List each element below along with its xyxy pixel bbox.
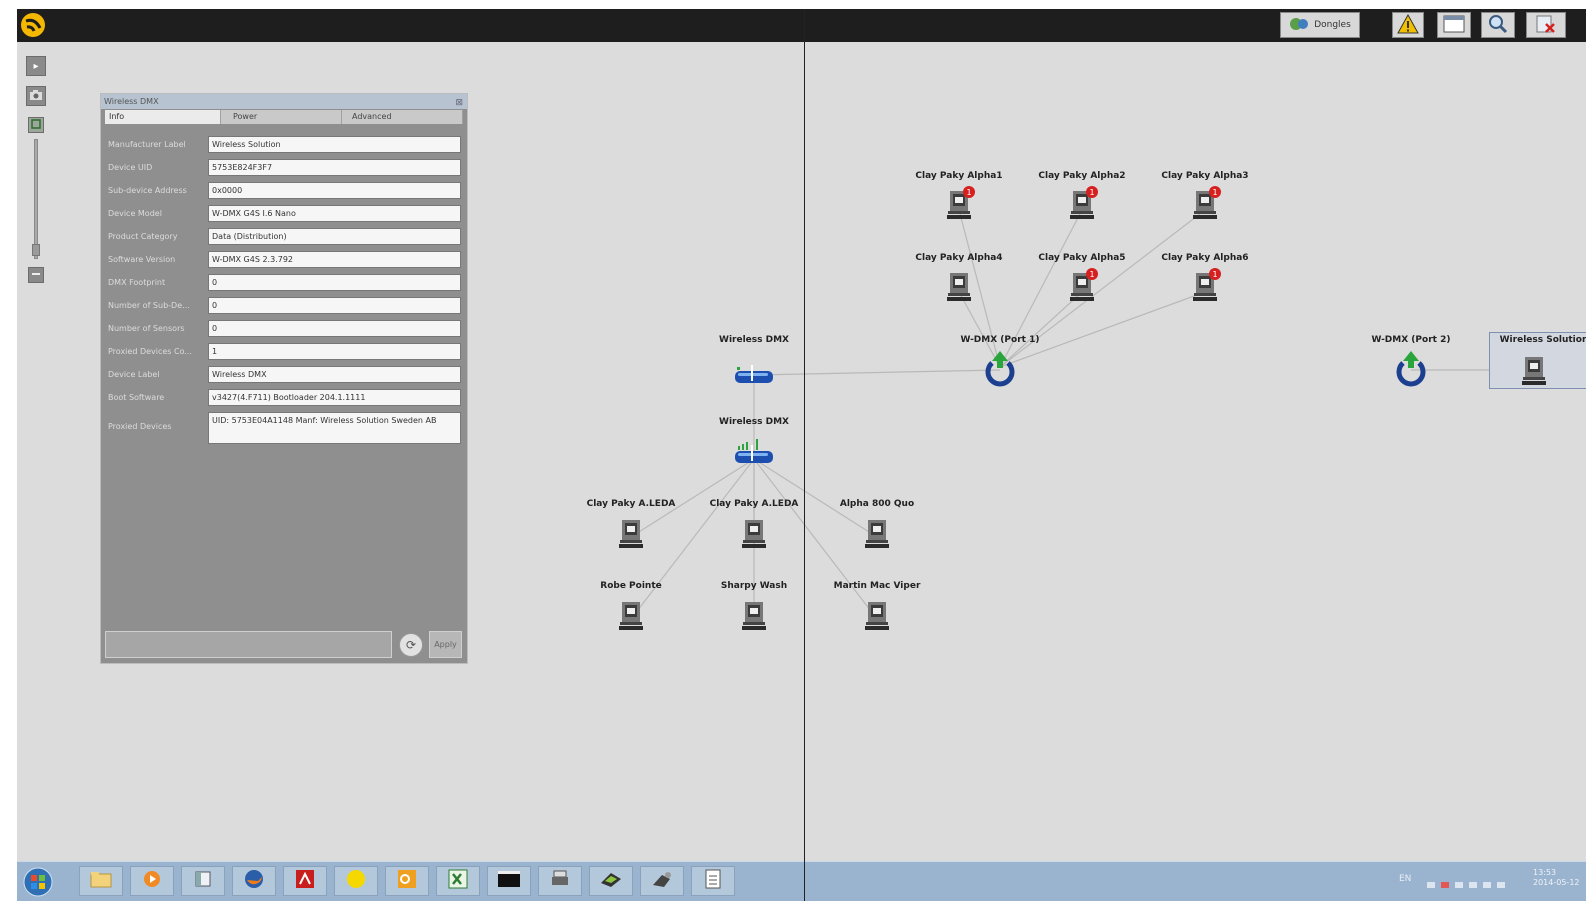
taskbar-item-firefox[interactable] (232, 866, 276, 896)
dmx-port-icon[interactable] (980, 349, 1020, 393)
node-label: Clay Paky A.LEDA (586, 499, 676, 509)
fixture-icon[interactable] (857, 514, 897, 554)
svg-text:1: 1 (1212, 270, 1217, 279)
taskbar-item-outlook[interactable] (385, 866, 429, 896)
clock-date: 2014-05-12 (1533, 878, 1580, 887)
taskbar-item-excel[interactable] (436, 866, 480, 896)
wireless-transmitter-icon[interactable] (732, 363, 776, 391)
clock-time: 13:53 (1533, 868, 1557, 877)
notepad-icon (704, 868, 722, 894)
network-links (630, 209, 1527, 620)
outlook-icon (396, 868, 418, 894)
app-window: Dongles ▸ Wireless DMX ⊠ Info Power Adva… (17, 9, 1586, 901)
svg-text:1: 1 (1089, 270, 1094, 279)
taskbar-item-sticky-notes[interactable] (334, 866, 378, 896)
node-label: W-DMX (Port 1) (960, 335, 1040, 345)
node-label: Clay Paky Alpha3 (1161, 171, 1249, 181)
windows-start-icon[interactable] (23, 867, 53, 901)
node-label: Clay Paky Alpha5 (1038, 253, 1126, 263)
acrobat-icon (294, 868, 316, 894)
sticky-notes-icon (345, 868, 367, 894)
tool-icon (650, 869, 674, 893)
taskbar-item-tool[interactable] (640, 866, 684, 896)
tray-language[interactable]: EN (1399, 874, 1411, 884)
node-label: Alpha 800 Quo (839, 499, 915, 509)
node-label: Clay Paky A.LEDA (709, 499, 799, 509)
node-label: Clay Paky Alpha2 (1038, 171, 1126, 181)
node-label: Wireless DMX (719, 335, 789, 345)
app-icon (193, 869, 213, 893)
fixture-icon[interactable] (734, 596, 774, 636)
fixture-icon[interactable] (734, 514, 774, 554)
taskbar-clock[interactable]: 13:53 2014-05-12 (1533, 868, 1580, 888)
fixture-icon[interactable]: 1 (1185, 185, 1225, 225)
terminal-icon (497, 870, 521, 892)
printer-icon (550, 869, 570, 893)
fixture-icon[interactable] (611, 596, 651, 636)
tray-icons[interactable] (1427, 876, 1517, 895)
taskbar-item-notepad[interactable] (691, 866, 735, 896)
fixture-icon[interactable]: 1 (1062, 185, 1102, 225)
media-player-icon (142, 869, 162, 893)
fixture-icon[interactable]: 1 (939, 185, 979, 225)
fixture-icon[interactable]: 1 (1185, 267, 1225, 307)
folder-icon (89, 869, 113, 893)
windows-taskbar: EN 13:53 2014-05-12 (17, 861, 1586, 901)
taskbar-item-app[interactable] (181, 866, 225, 896)
dmx-port-icon[interactable] (1391, 349, 1431, 393)
svg-text:1: 1 (1089, 188, 1094, 197)
wireless-receiver-icon[interactable] (732, 437, 776, 471)
node-label: Clay Paky Alpha4 (915, 253, 1003, 263)
svg-text:1: 1 (966, 188, 971, 197)
fixture-icon[interactable] (611, 514, 651, 554)
node-label: Clay Paky Alpha6 (1161, 253, 1249, 263)
firefox-icon (243, 868, 265, 894)
node-label: Sharpy Wash (720, 581, 788, 591)
pane-splitter[interactable] (804, 9, 805, 901)
node-label: Martin Mac Viper (833, 581, 921, 591)
fixture-icon[interactable] (1516, 351, 1552, 391)
taskbar-item-acrobat[interactable] (283, 866, 327, 896)
fixture-icon[interactable]: 1 (1062, 267, 1102, 307)
taskbar-item-device[interactable] (589, 866, 633, 896)
device-icon (599, 869, 623, 893)
fixture-icon[interactable] (939, 267, 979, 307)
excel-icon (447, 868, 469, 894)
node-label: Robe Pointe (600, 581, 662, 591)
node-label: Wireless Solution (1499, 335, 1586, 345)
taskbar-item-printer[interactable] (538, 866, 582, 896)
taskbar-item-explorer[interactable] (79, 866, 123, 896)
svg-text:1: 1 (1212, 188, 1217, 197)
fixture-icon[interactable] (857, 596, 897, 636)
node-label: Clay Paky Alpha1 (915, 171, 1003, 181)
taskbar-item-terminal[interactable] (487, 866, 531, 896)
node-label: Wireless DMX (719, 417, 789, 427)
node-label: W-DMX (Port 2) (1371, 335, 1451, 345)
taskbar-item-media-player[interactable] (130, 866, 174, 896)
